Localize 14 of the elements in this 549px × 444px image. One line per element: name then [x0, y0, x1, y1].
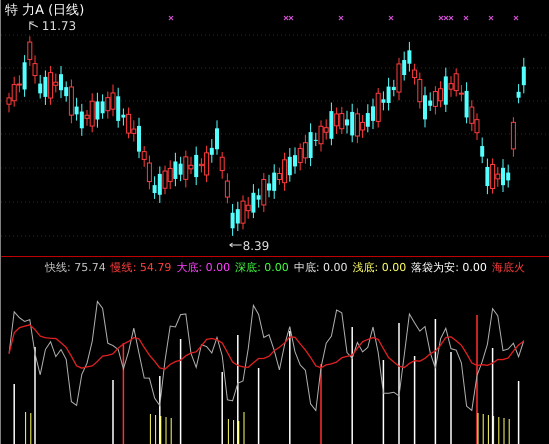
legend-item: 大底: 0.00 [176, 260, 230, 276]
pointer-arrow-icon [29, 22, 38, 30]
legend-item: 浅底: 0.00 [352, 260, 406, 276]
legend-item: 深底: 0.00 [235, 260, 289, 276]
legend-item: 海底火 [492, 260, 525, 276]
candle [510, 116, 516, 158]
low-price-label: 8.39 [242, 239, 270, 253]
legend-item: 快线: 75.74 [45, 260, 106, 276]
pointer-arrow-icon [229, 242, 242, 248]
high-price-label: 11.73 [42, 19, 76, 33]
legend-item: 中底: 0.00 [294, 260, 348, 276]
chart-title: 特 力A (日线) [5, 2, 84, 19]
legend-item: 落袋为安: 0.00 [411, 260, 487, 276]
legend-item: 慢线: 54.79 [110, 260, 172, 276]
